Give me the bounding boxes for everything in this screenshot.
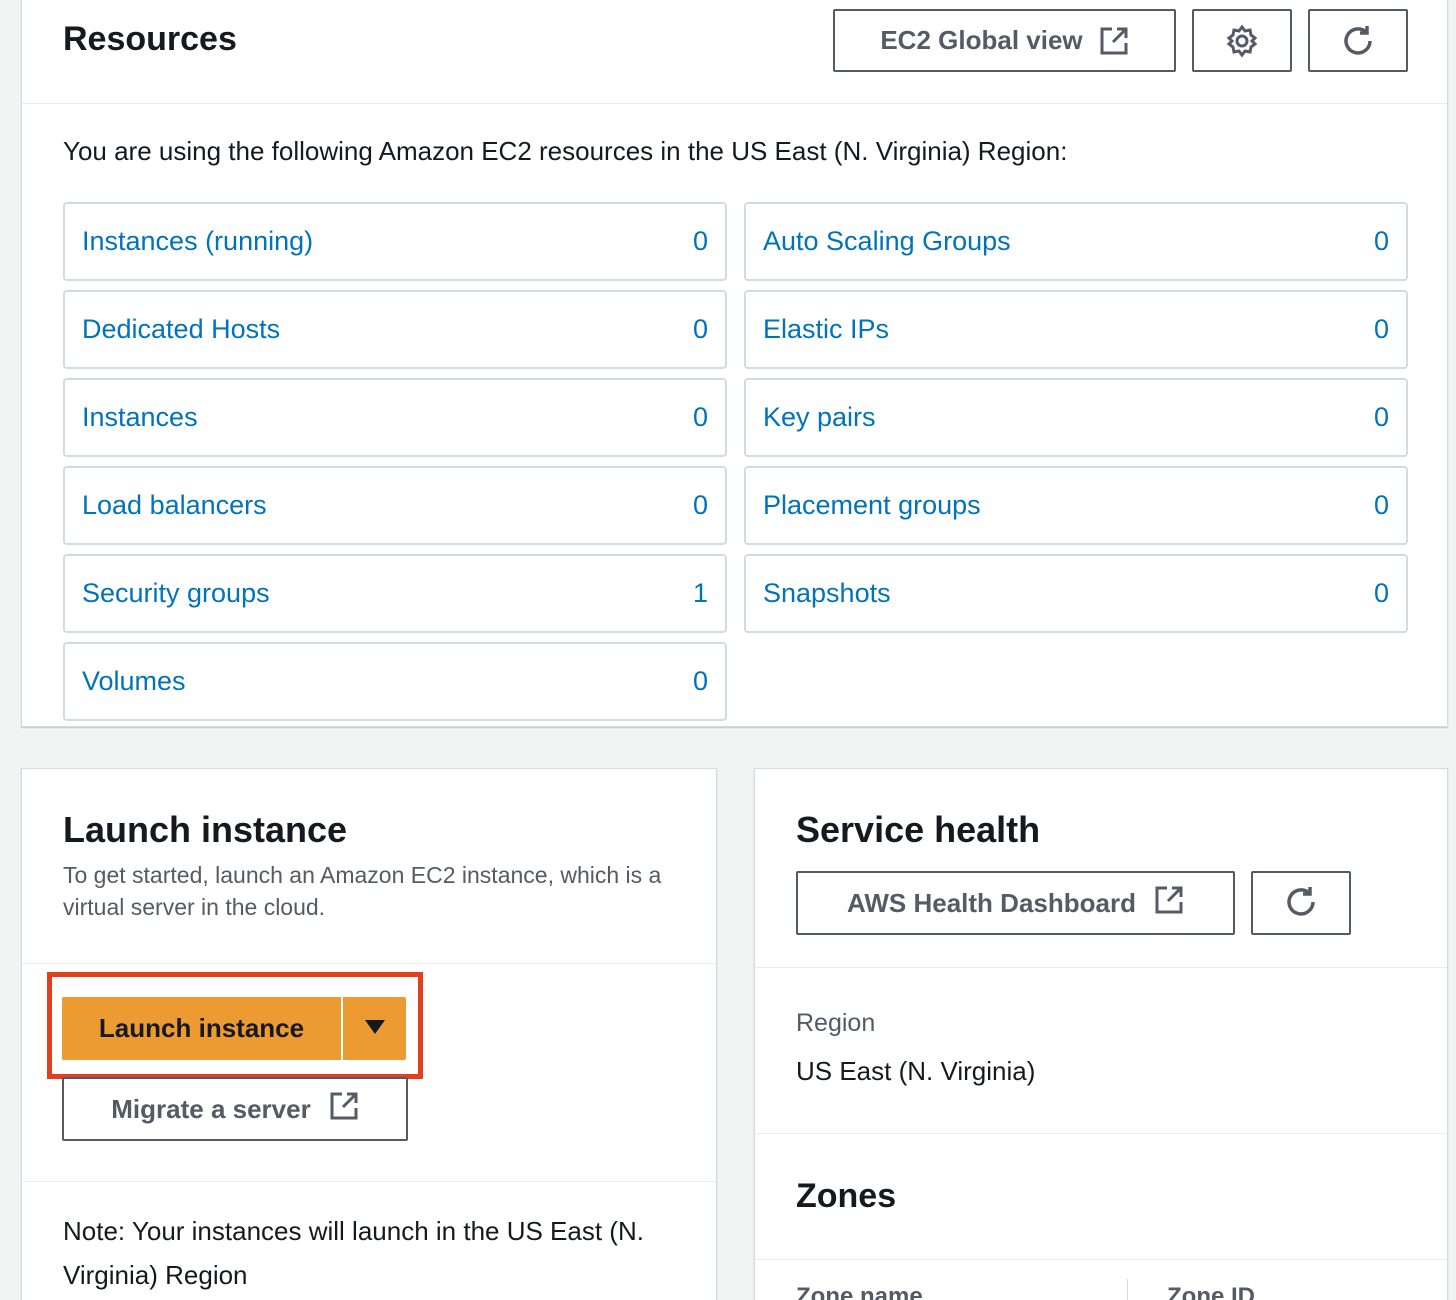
preferences-button[interactable] [1192,9,1292,72]
resource-tile[interactable]: Load balancers 0 [63,466,727,545]
resource-count: 0 [1373,402,1389,432]
service-health-title: Service health [796,809,1041,850]
resource-label: Auto Scaling Groups [763,226,1011,256]
resource-label: Elastic IPs [763,314,890,344]
resource-tile[interactable]: Key pairs 0 [744,378,1408,457]
region-label: Region [796,1009,876,1037]
launch-instance-button[interactable]: Launch instance [62,997,343,1060]
resource-tile[interactable]: Volumes 0 [63,642,727,721]
external-link-icon [1154,885,1184,922]
resource-count: 0 [1373,226,1389,256]
gear-icon [1225,24,1259,58]
resource-count: 0 [1373,490,1389,520]
launch-instance-title: Launch instance [63,809,348,850]
divider [22,1181,716,1182]
resource-label: Key pairs [763,402,876,432]
aws-health-dashboard-button[interactable]: AWS Health Dashboard [796,871,1235,935]
resource-tile[interactable]: Auto Scaling Groups 0 [744,202,1408,281]
ec2-global-view-label: EC2 Global view [880,25,1083,55]
resource-label: Security groups [82,578,270,608]
resource-tile[interactable]: Security groups 1 [63,554,727,633]
resource-label: Instances [82,402,198,432]
resource-label: Placement groups [763,490,981,520]
refresh-icon [1340,23,1376,59]
resource-tile[interactable]: Instances 0 [63,378,727,457]
launch-region-note: Note: Your instances will launch in the … [63,1216,644,1290]
refresh-resources-button[interactable] [1308,9,1408,72]
resources-panel: Resources EC2 Global view You are using … [21,0,1448,727]
resource-count: 0 [692,314,708,344]
resource-tile[interactable]: Dedicated Hosts 0 [63,290,727,369]
zone-id-column-header[interactable]: Zone ID [1167,1283,1255,1300]
resource-label: Dedicated Hosts [82,314,281,344]
divider [22,963,716,964]
zones-title: Zones [796,1177,897,1215]
resource-tile[interactable]: Elastic IPs 0 [744,290,1408,369]
resource-tile[interactable]: Instances (running) 0 [63,202,727,281]
migrate-server-label: Migrate a server [111,1093,311,1124]
divider [755,1259,1447,1260]
ec2-global-view-button[interactable]: EC2 Global view [833,9,1176,72]
refresh-icon [1283,884,1319,923]
resource-count: 0 [692,226,708,256]
resource-label: Volumes [82,666,186,696]
resource-label: Load balancers [82,490,267,520]
refresh-health-button[interactable] [1251,871,1351,935]
column-separator [1127,1279,1128,1300]
divider [755,1133,1447,1134]
resource-label: Snapshots [763,578,891,608]
service-health-panel: Service health AWS Health Dashboard Regi… [754,768,1448,1300]
resource-count: 1 [692,578,708,608]
external-link-icon [1099,26,1129,56]
caret-down-icon [364,1019,386,1038]
resource-count: 0 [692,666,708,696]
resources-intro: You are using the following Amazon EC2 r… [63,136,1068,166]
resource-count: 0 [1373,314,1389,344]
resource-count: 0 [692,402,708,432]
resources-title: Resources [63,20,237,58]
launch-instance-description: To get started, launch an Amazon EC2 ins… [63,862,662,920]
resource-label: Instances (running) [82,226,314,256]
launch-instance-button-group: Launch instance [62,997,406,1060]
external-link-icon [329,1091,359,1128]
resource-count: 0 [692,490,708,520]
resources-header: Resources EC2 Global view [22,0,1447,104]
launch-instance-panel: Launch instance To get started, launch a… [21,768,717,1300]
migrate-server-button[interactable]: Migrate a server [62,1077,408,1141]
region-value: US East (N. Virginia) [796,1056,1036,1086]
zone-name-column-header[interactable]: Zone name [796,1283,923,1300]
divider [755,967,1447,968]
resource-tile[interactable]: Placement groups 0 [744,466,1408,545]
aws-health-dashboard-label: AWS Health Dashboard [847,887,1136,918]
resource-tile[interactable]: Snapshots 0 [744,554,1408,633]
launch-instance-dropdown-button[interactable] [343,997,406,1060]
resource-count: 0 [1373,578,1389,608]
